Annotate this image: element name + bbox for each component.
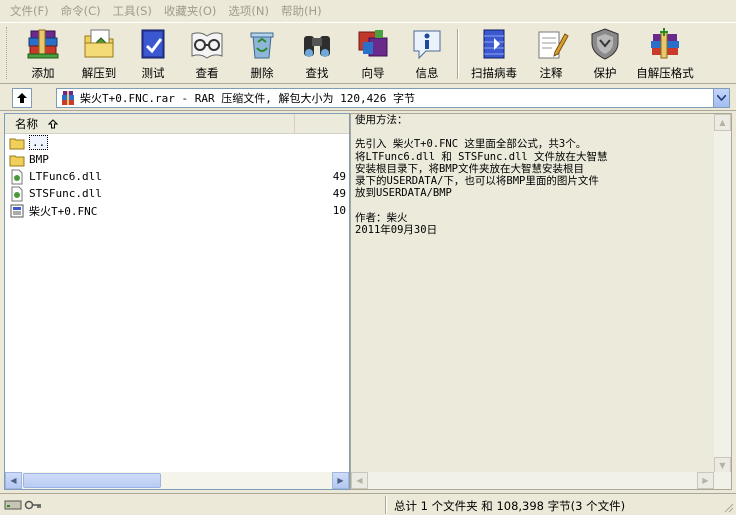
status-icons: [0, 499, 42, 511]
file-size: 10: [332, 204, 346, 217]
virus-scan-button[interactable]: 扫描病毒: [463, 23, 525, 81]
file-list-horizontal-scrollbar[interactable]: ◀ ▶: [5, 472, 349, 489]
menu-file[interactable]: 文件(F): [4, 3, 55, 19]
scroll-thumb[interactable]: [23, 473, 161, 488]
dll-file-icon: [11, 186, 23, 201]
find-button[interactable]: 查找: [289, 23, 345, 81]
view-button[interactable]: 查看: [179, 23, 235, 81]
size-column-header[interactable]: [295, 114, 349, 133]
wizard-label: 向导: [361, 66, 385, 80]
sfx-button[interactable]: 自解压格式: [633, 23, 697, 81]
folder-icon: [9, 155, 25, 166]
delete-button[interactable]: 删除: [235, 23, 289, 81]
scroll-left-button[interactable]: ◀: [351, 472, 368, 489]
sort-up-arrow-icon: [48, 118, 58, 128]
scroll-right-button[interactable]: ▶: [332, 472, 349, 489]
comment-label: 注释: [539, 66, 563, 80]
menu-bar: 文件(F) 命令(C) 工具(S) 收藏夹(O) 选项(N) 帮助(H): [0, 0, 736, 22]
toolbar: 添加 解压到 测试 查看 删除 查找 向导 信息 扫描病毒 注释 保护 自解压格…: [0, 22, 736, 84]
wizard-icon: [358, 30, 388, 57]
view-label: 查看: [195, 66, 219, 80]
menu-favorites[interactable]: 收藏夹(O): [158, 3, 223, 19]
address-dropdown-button[interactable]: [713, 89, 729, 107]
file-size: 49: [332, 170, 346, 183]
extract-to-button[interactable]: 解压到: [71, 23, 127, 81]
arrow-up-icon: [17, 92, 27, 103]
menu-tools[interactable]: 工具(S): [107, 3, 158, 19]
info-icon: [413, 30, 441, 60]
delete-label: 删除: [250, 66, 274, 80]
books-add-icon: [27, 29, 59, 59]
add-button[interactable]: 添加: [15, 23, 71, 81]
menu-help[interactable]: 帮助(H): [275, 3, 328, 19]
protect-button[interactable]: 保护: [577, 23, 633, 81]
status-separator: [385, 496, 387, 514]
file-row-stsfunc[interactable]: STSFunc.dll 49: [5, 185, 349, 202]
address-bar: 柴火T+0.FNC.rar - RAR 压缩文件, 解包大小为 120,426 …: [0, 85, 736, 111]
file-list-pane: 名称 .. BMP LTFunc6.dll 49 STSFunc.dll 49 …: [4, 113, 350, 490]
file-size: 49: [332, 187, 346, 200]
comment-button[interactable]: 注释: [525, 23, 577, 81]
up-folder-button[interactable]: [12, 87, 32, 108]
info-label: 信息: [415, 66, 439, 80]
formula-file-icon: [10, 204, 24, 217]
menu-commands[interactable]: 命令(C): [55, 3, 107, 19]
file-list-header: 名称: [5, 114, 349, 134]
find-label: 查找: [305, 66, 329, 80]
scroll-up-button[interactable]: ▲: [714, 114, 731, 131]
test-book-icon: [141, 29, 165, 59]
file-name: STSFunc.dll: [29, 187, 102, 200]
file-row-parent[interactable]: ..: [5, 134, 349, 151]
rar-archive-icon: [62, 91, 74, 105]
sfx-books-icon: [651, 28, 679, 59]
file-name: 柴火T+0.FNC: [29, 204, 98, 218]
scroll-right-button[interactable]: ▶: [697, 472, 714, 489]
toolbar-separator: [457, 29, 459, 79]
resize-grip-icon[interactable]: [722, 501, 734, 513]
recycle-bin-icon: [250, 32, 274, 59]
test-label: 测试: [141, 66, 165, 80]
status-summary: 总计 1 个文件夹 和 108,398 字节(3 个文件): [394, 499, 626, 513]
menu-options[interactable]: 选项(N): [222, 3, 275, 19]
file-row-bmp[interactable]: BMP: [5, 151, 349, 168]
archive-path-box[interactable]: 柴火T+0.FNC.rar - RAR 压缩文件, 解包大小为 120,426 …: [56, 88, 730, 108]
comment-horizontal-scrollbar[interactable]: ◀ ▶: [351, 472, 731, 489]
binoculars-icon: [304, 36, 330, 57]
shield-icon: [591, 28, 619, 60]
file-name: ..: [29, 135, 49, 150]
key-icon[interactable]: [24, 499, 42, 511]
file-list: .. BMP LTFunc6.dll 49 STSFunc.dll 49 柴火T…: [5, 134, 349, 469]
name-column-header[interactable]: 名称: [5, 114, 295, 133]
name-column-label: 名称: [15, 116, 38, 131]
info-button[interactable]: 信息: [401, 23, 453, 81]
virus-scan-label: 扫描病毒: [471, 66, 517, 80]
chevron-down-icon: [717, 95, 726, 101]
comment-pen-icon: [538, 31, 569, 59]
toolbar-grip[interactable]: [6, 27, 9, 79]
comment-vertical-scrollbar[interactable]: ▲ ▼: [714, 114, 731, 474]
drive-icon[interactable]: [4, 499, 22, 511]
archive-path-text: 柴火T+0.FNC.rar - RAR 压缩文件, 解包大小为 120,426 …: [80, 92, 416, 105]
file-name: BMP: [29, 153, 49, 166]
file-name: LTFunc6.dll: [29, 170, 102, 183]
virus-scan-icon: [483, 29, 505, 59]
dll-file-icon: [11, 169, 23, 184]
folder-extract-icon: [84, 29, 114, 58]
archive-comment-text: 使用方法： 先引入 柴火T+0.FNC 这里面全部公式，共3个。 将LTFunc…: [355, 114, 608, 236]
file-row-fnc[interactable]: 柴火T+0.FNC 10: [5, 202, 349, 219]
extract-to-label: 解压到: [81, 66, 117, 80]
protect-label: 保护: [593, 66, 617, 80]
wizard-button[interactable]: 向导: [345, 23, 401, 81]
archive-comment-pane: 使用方法： 先引入 柴火T+0.FNC 这里面全部公式，共3个。 将LTFunc…: [350, 113, 732, 490]
sfx-label: 自解压格式: [636, 66, 694, 80]
add-label: 添加: [31, 66, 55, 80]
status-bar: 总计 1 个文件夹 和 108,398 字节(3 个文件): [0, 493, 736, 515]
test-button[interactable]: 测试: [127, 23, 179, 81]
scroll-left-button[interactable]: ◀: [5, 472, 22, 489]
folder-icon: [9, 138, 25, 149]
view-book-icon: [191, 32, 223, 59]
file-row-ltfunc6[interactable]: LTFunc6.dll 49: [5, 168, 349, 185]
